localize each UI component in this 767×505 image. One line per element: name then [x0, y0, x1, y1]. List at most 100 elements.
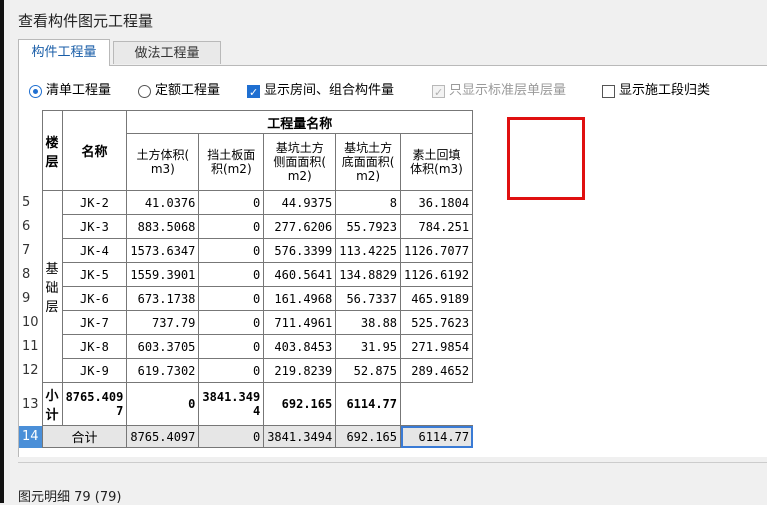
row-number: 9 — [22, 291, 31, 306]
cell-bottom[interactable]: 31.95 — [335, 334, 402, 359]
cell-backfill[interactable]: 289.4652 — [400, 358, 474, 383]
table-row[interactable]: 10 JK-7 737.79 0 711.4961 38.88 525.7623 — [19, 310, 474, 335]
cell-total-earth[interactable]: 8765.4097 — [126, 425, 200, 448]
cell-bottom[interactable]: 134.8829 — [335, 262, 402, 287]
cell-backfill[interactable]: 465.9189 — [400, 286, 474, 311]
cell-earth[interactable]: 883.5068 — [126, 214, 200, 239]
checkbox-unchecked-icon[interactable] — [602, 84, 615, 98]
cell-subtotal-label[interactable]: 小计 — [41, 382, 63, 426]
cell-name[interactable]: JK-5 — [61, 262, 128, 287]
cell-subtotal-bottom[interactable]: 692.165 — [263, 382, 337, 426]
cell-total-label[interactable]: 合计 — [41, 425, 128, 448]
quantity-panel: 清单工程量 定额工程量 显示房间、组合构件量 只显示标准层单层量 显示施工段归类 — [18, 65, 767, 457]
header-quantity-group[interactable]: 工程量名称 — [126, 110, 474, 134]
checkbox-stage-label: 显示施工段归类 — [619, 83, 711, 98]
table-row[interactable]: 6 JK-3 883.5068 0 277.6206 55.7923 784.2… — [19, 214, 474, 239]
checkbox-show-rooms[interactable]: 显示房间、组合构件量 — [247, 81, 394, 103]
cell-backfill[interactable]: 784.251 — [400, 214, 474, 239]
cell-name[interactable]: JK-2 — [61, 190, 128, 215]
cell-subtotal-earth[interactable]: 8765.409 7 — [61, 382, 128, 426]
cell-subtotal-board[interactable]: 0 — [126, 382, 200, 426]
cell-name[interactable]: JK-8 — [61, 334, 128, 359]
tab-component-quantity[interactable]: 构件工程量 — [18, 39, 110, 66]
cell-earth[interactable]: 41.0376 — [126, 190, 200, 215]
cell-bottom[interactable]: 56.7337 — [335, 286, 402, 311]
cell-total-bottom[interactable]: 692.165 — [335, 425, 402, 448]
table-row[interactable]: 12 JK-9 619.7302 0 219.8239 52.875 289.4… — [19, 358, 474, 383]
header-pit-side-area[interactable]: 基坑土方 侧面面积(m2) — [263, 133, 337, 191]
cell-board[interactable]: 0 — [198, 262, 265, 287]
cell-side[interactable]: 161.4968 — [263, 286, 337, 311]
cell-name[interactable]: JK-4 — [61, 238, 128, 263]
cell-backfill[interactable]: 36.1804 — [400, 190, 474, 215]
cell-board[interactable]: 0 — [198, 190, 265, 215]
cell-side[interactable]: 44.9375 — [263, 190, 337, 215]
cell-side[interactable]: 576.3399 — [263, 238, 337, 263]
cell-name[interactable]: JK-6 — [61, 286, 128, 311]
cell-earth[interactable]: 737.79 — [126, 310, 200, 335]
row-number: 6 — [22, 219, 31, 234]
checkbox-checked-icon[interactable] — [247, 83, 260, 103]
cell-name[interactable]: JK-3 — [61, 214, 128, 239]
cell-backfill[interactable]: 1126.7077 — [400, 238, 474, 263]
cell-board[interactable]: 0 — [198, 286, 265, 311]
cell-bottom[interactable]: 52.875 — [335, 358, 402, 383]
cell-earth[interactable]: 1559.3901 — [126, 262, 200, 287]
cell-name[interactable]: JK-9 — [61, 358, 128, 383]
table-row[interactable]: 9 JK-6 673.1738 0 161.4968 56.7337 465.9… — [19, 286, 474, 311]
cell-backfill[interactable]: 271.9854 — [400, 334, 474, 359]
cell-earth[interactable]: 673.1738 — [126, 286, 200, 311]
cell-total-board[interactable]: 0 — [198, 425, 265, 448]
header-backfill-volume[interactable]: 素土回填 体积(m3) — [400, 133, 474, 191]
cell-board[interactable]: 0 — [198, 358, 265, 383]
cell-subtotal-backfill[interactable]: 6114.77 — [335, 382, 402, 426]
cell-bottom[interactable]: 113.4225 — [335, 238, 402, 263]
header-retaining-board[interactable]: 挡土板面 积(m2) — [198, 133, 265, 191]
cell-earth[interactable]: 1573.6347 — [126, 238, 200, 263]
cell-side[interactable]: 711.4961 — [263, 310, 337, 335]
cell-subtotal-side[interactable]: 3841.349 4 — [198, 382, 265, 426]
row-number: 8 — [22, 267, 31, 282]
table-row[interactable]: 8 JK-5 1559.3901 0 460.5641 134.8829 112… — [19, 262, 474, 287]
header-name[interactable]: 名称 — [61, 110, 128, 191]
quantity-table: 楼层 名称 工程量名称 土方体积(m3) 挡土板面 积(m2) 基坑土方 侧面面积(… — [19, 110, 474, 448]
header-earth-volume[interactable]: 土方体积(m3) — [126, 133, 200, 191]
cell-floor[interactable]: 基础层 — [41, 190, 63, 383]
cell-side[interactable]: 403.8453 — [263, 334, 337, 359]
cell-total-backfill[interactable]: 6114.77 — [400, 425, 474, 448]
total-row[interactable]: 14 合计 8765.4097 0 3841.3494 692.165 6114… — [19, 425, 474, 448]
radio-list-quantity[interactable]: 清单工程量 — [29, 81, 111, 101]
checkbox-std-floor-label: 只显示标准层单层量 — [449, 83, 567, 98]
element-detail-count: 图元明细 79 (79) — [18, 490, 122, 505]
table-row[interactable]: 11 JK-8 603.3705 0 403.8453 31.95 271.98… — [19, 334, 474, 359]
cell-board[interactable]: 0 — [198, 334, 265, 359]
table-row[interactable]: 5 基础层 JK-2 41.0376 0 44.9375 8 36.1804 — [19, 190, 474, 383]
header-pit-bottom-area[interactable]: 基坑土方 底面面积(m2) — [335, 133, 402, 191]
cell-earth[interactable]: 603.3705 — [126, 334, 200, 359]
radio-unselected-icon[interactable] — [138, 84, 151, 98]
header-floor[interactable]: 楼层 — [41, 110, 63, 191]
cell-backfill[interactable]: 1126.6192 — [400, 262, 474, 287]
radio-quota-quantity[interactable]: 定额工程量 — [138, 81, 220, 101]
subtotal-row[interactable]: 13 小计 8765.409 7 0 3841.349 4 692.165 6114… — [19, 382, 473, 426]
cell-side[interactable]: 277.6206 — [263, 214, 337, 239]
cell-earth[interactable]: 619.7302 — [126, 358, 200, 383]
cell-side[interactable]: 460.5641 — [263, 262, 337, 287]
cell-board[interactable]: 0 — [198, 214, 265, 239]
cell-side[interactable]: 219.8239 — [263, 358, 337, 383]
table-row[interactable]: 7 JK-4 1573.6347 0 576.3399 113.4225 112… — [19, 238, 474, 263]
cell-total-side[interactable]: 3841.3494 — [263, 425, 337, 448]
row-number: 13 — [22, 396, 39, 412]
row-number: 12 — [22, 363, 39, 378]
tab-method-quantity[interactable]: 做法工程量 — [113, 41, 221, 64]
cell-bottom[interactable]: 38.88 — [335, 310, 402, 335]
cell-bottom[interactable]: 8 — [335, 190, 402, 215]
cell-board[interactable]: 0 — [198, 310, 265, 335]
cell-name[interactable]: JK-7 — [61, 310, 128, 335]
cell-backfill[interactable]: 525.7623 — [400, 310, 474, 335]
cell-bottom[interactable]: 55.7923 — [335, 214, 402, 239]
radio-selected-icon[interactable] — [29, 84, 42, 98]
cell-board[interactable]: 0 — [198, 238, 265, 263]
checkbox-stage[interactable]: 显示施工段归类 — [602, 81, 710, 101]
radio-quota-label: 定额工程量 — [155, 83, 221, 98]
